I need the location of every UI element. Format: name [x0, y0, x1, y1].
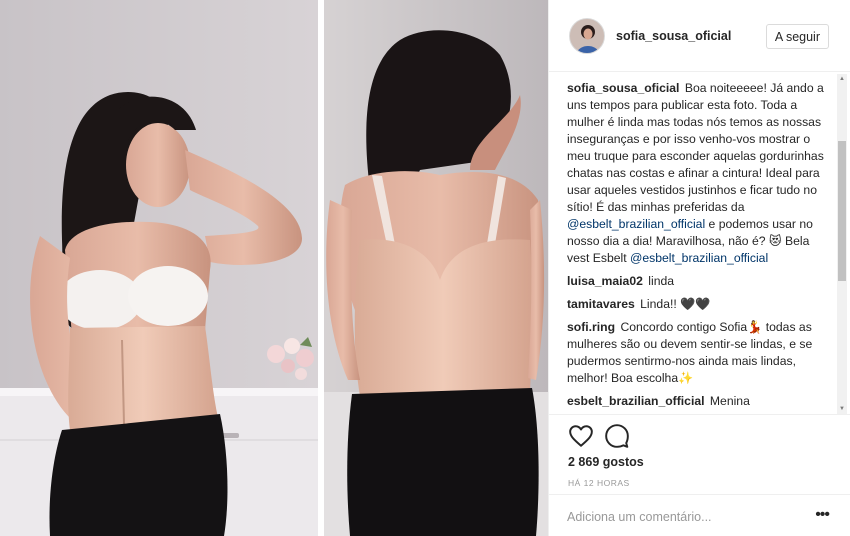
- list-item: sofi.ring Concordo contigo Sofia💃 todas …: [567, 319, 827, 387]
- actions-divider: [549, 414, 850, 415]
- speech-bubble-icon[interactable]: [604, 423, 630, 449]
- comments-scrollbar[interactable]: ▲ ▼: [837, 74, 847, 414]
- post-header: sofia_sousa_oficial A seguir: [549, 0, 850, 72]
- caption: sofia_sousa_oficial Boa noiteeeee! Já an…: [567, 80, 827, 267]
- caption-username[interactable]: sofia_sousa_oficial: [567, 81, 679, 95]
- comments-list: sofia_sousa_oficial Boa noiteeeee! Já an…: [567, 80, 827, 410]
- caption-text-part1: Boa noiteeeee! Já ando a uns tempos para…: [567, 81, 824, 214]
- list-item: tamitavares Linda!! 🖤🖤: [567, 296, 827, 313]
- comment-input[interactable]: [567, 507, 797, 527]
- post-photo-image: [0, 0, 548, 536]
- add-comment-section: •••: [549, 494, 850, 536]
- comment-username[interactable]: tamitavares: [567, 297, 635, 311]
- comment-text: Menina: [709, 394, 750, 408]
- avatar[interactable]: [569, 17, 605, 54]
- list-item: luisa_maia02 linda: [567, 273, 827, 290]
- scroll-thumb[interactable]: [838, 141, 846, 281]
- comment-username[interactable]: sofi.ring: [567, 320, 615, 334]
- header-username[interactable]: sofia_sousa_oficial: [616, 29, 731, 43]
- post-timestamp[interactable]: HÁ 12 HORAS: [568, 478, 630, 488]
- post-photo[interactable]: [0, 0, 548, 536]
- following-button[interactable]: A seguir: [765, 24, 829, 49]
- post-side-panel: sofia_sousa_oficial A seguir sofia_sousa…: [548, 0, 850, 536]
- likes-count[interactable]: 2 869 gostos: [568, 455, 644, 469]
- avatar-image: [570, 18, 604, 53]
- list-item: esbelt_brazilian_official Menina: [567, 393, 827, 410]
- comment-text: Linda!! 🖤🖤: [640, 297, 711, 311]
- heart-icon[interactable]: [568, 423, 594, 449]
- comment-text: linda: [648, 274, 675, 288]
- mention-link[interactable]: @esbelt_brazilian_official: [630, 251, 768, 265]
- comment-username[interactable]: esbelt_brazilian_official: [567, 394, 705, 408]
- scroll-down-arrow-icon[interactable]: ▼: [837, 404, 847, 414]
- mention-link[interactable]: @esbelt_brazilian_official: [567, 217, 705, 231]
- comment-username[interactable]: luisa_maia02: [567, 274, 643, 288]
- more-options-icon[interactable]: •••: [815, 506, 830, 524]
- scroll-up-arrow-icon[interactable]: ▲: [837, 74, 847, 84]
